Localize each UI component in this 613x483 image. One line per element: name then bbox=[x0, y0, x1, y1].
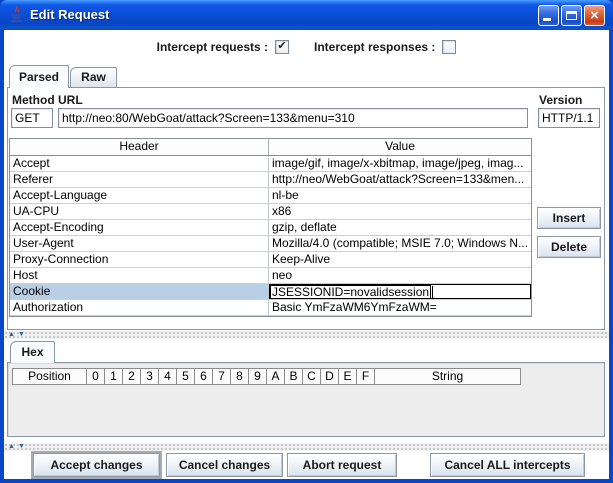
header-cell[interactable]: Proxy-Connection bbox=[10, 252, 269, 268]
value-cell[interactable]: Basic YmFzaWM6YmFzaWM= bbox=[269, 300, 531, 316]
table-row-host[interactable]: Host neo bbox=[10, 268, 531, 284]
split-collapse-down-icon[interactable]: ▼ bbox=[18, 443, 25, 451]
minimize-button[interactable] bbox=[538, 5, 559, 26]
hex-column[interactable]: 5 bbox=[176, 368, 195, 385]
table-row-accept[interactable]: Accept image/gif, image/x-xbitmap, image… bbox=[10, 156, 531, 172]
hex-column[interactable]: B bbox=[284, 368, 303, 385]
split-collapse-up-icon[interactable]: ▲ bbox=[8, 443, 15, 451]
header-cell[interactable]: UA-CPU bbox=[10, 204, 269, 220]
hex-column[interactable]: F bbox=[356, 368, 375, 385]
table-row-proxy-connection[interactable]: Proxy-Connection Keep-Alive bbox=[10, 252, 531, 268]
window-title: Edit Request bbox=[30, 0, 109, 30]
headers-table-header[interactable]: Header Value bbox=[10, 139, 531, 156]
insert-button[interactable]: Insert bbox=[537, 207, 601, 229]
header-column-label[interactable]: Header bbox=[10, 139, 269, 155]
table-row-ua-cpu[interactable]: UA-CPU x86 bbox=[10, 204, 531, 220]
url-label: URL bbox=[58, 93, 83, 107]
hex-column[interactable]: 8 bbox=[230, 368, 249, 385]
value-cell[interactable]: nl-be bbox=[269, 188, 531, 204]
hex-column[interactable]: 0 bbox=[86, 368, 105, 385]
hex-column-string[interactable]: String bbox=[374, 368, 521, 385]
hex-column[interactable]: E bbox=[338, 368, 357, 385]
tab-hex[interactable]: Hex bbox=[10, 341, 55, 363]
header-cell[interactable]: User-Agent bbox=[10, 236, 269, 252]
maximize-button[interactable] bbox=[561, 5, 582, 26]
version-label: Version bbox=[539, 93, 582, 107]
value-cell[interactable]: Keep-Alive bbox=[269, 252, 531, 268]
titlebar[interactable]: Edit Request × bbox=[0, 0, 613, 30]
hex-column[interactable]: D bbox=[320, 368, 339, 385]
value-cell[interactable]: gzip, deflate bbox=[269, 220, 531, 236]
intercept-requests-checkbox[interactable]: ✔ bbox=[275, 40, 289, 54]
header-cell[interactable]: Accept-Language bbox=[10, 188, 269, 204]
intercept-requests-label: Intercept requests : bbox=[157, 40, 268, 54]
value-cell[interactable]: image/gif, image/x-xbitmap, image/jpeg, … bbox=[269, 156, 531, 172]
close-icon: × bbox=[585, 6, 604, 25]
delete-button[interactable]: Delete bbox=[537, 236, 601, 258]
value-cell-editing[interactable]: JSESSIONID=novalidsession bbox=[269, 284, 531, 300]
tab-parsed[interactable]: Parsed bbox=[9, 65, 69, 88]
hex-column[interactable]: 6 bbox=[194, 368, 213, 385]
hex-column[interactable]: 9 bbox=[248, 368, 267, 385]
cancel-changes-button[interactable]: Cancel changes bbox=[166, 453, 283, 477]
split-divider-top[interactable]: ▲ ▼ bbox=[4, 331, 609, 339]
value-cell[interactable]: http://neo/WebGoat/attack?Screen=133&men… bbox=[269, 172, 531, 188]
cell-editor-text[interactable]: JSESSIONID=novalidsession bbox=[270, 285, 431, 299]
table-row-cookie[interactable]: Cookie JSESSIONID=novalidsession bbox=[10, 284, 531, 300]
maximize-icon bbox=[566, 11, 577, 20]
split-collapse-up-icon[interactable]: ▲ bbox=[8, 331, 15, 339]
hex-column-position[interactable]: Position bbox=[12, 368, 87, 385]
text-caret bbox=[432, 286, 433, 298]
split-collapse-down-icon[interactable]: ▼ bbox=[18, 331, 25, 339]
header-cell[interactable]: Accept bbox=[10, 156, 269, 172]
hex-table-header: Position 0 1 2 3 4 5 6 7 8 9 A B C D E F… bbox=[12, 368, 521, 385]
abort-request-button[interactable]: Abort request bbox=[287, 453, 397, 477]
table-row-accept-language[interactable]: Accept-Language nl-be bbox=[10, 188, 531, 204]
headers-table: Header Value Accept image/gif, image/x-x… bbox=[9, 138, 532, 317]
method-field[interactable] bbox=[11, 108, 53, 128]
intercept-responses-checkbox[interactable] bbox=[442, 40, 456, 54]
hex-column[interactable]: 2 bbox=[122, 368, 141, 385]
table-row-authorization[interactable]: Authorization Basic YmFzaWM6YmFzaWM= bbox=[10, 300, 531, 316]
hex-column[interactable]: 7 bbox=[212, 368, 231, 385]
hex-column[interactable]: A bbox=[266, 368, 285, 385]
close-button[interactable]: × bbox=[584, 5, 605, 26]
edit-request-window: Edit Request × Intercept requests : ✔ In… bbox=[0, 0, 613, 483]
header-cell[interactable]: Cookie bbox=[10, 284, 269, 300]
window-controls: × bbox=[538, 5, 605, 26]
intercept-responses-label: Intercept responses : bbox=[314, 40, 435, 54]
url-field[interactable] bbox=[58, 108, 528, 128]
tab-raw[interactable]: Raw bbox=[70, 67, 117, 87]
hex-column[interactable]: 3 bbox=[140, 368, 159, 385]
minimize-icon bbox=[543, 18, 551, 21]
java-icon bbox=[8, 6, 25, 24]
header-cell[interactable]: Authorization bbox=[10, 300, 269, 316]
method-label: Method bbox=[12, 93, 55, 107]
hex-column[interactable]: 4 bbox=[158, 368, 177, 385]
table-row-accept-encoding[interactable]: Accept-Encoding gzip, deflate bbox=[10, 220, 531, 236]
checkmark-icon: ✔ bbox=[277, 41, 286, 52]
split-divider-bottom[interactable]: ▲ ▼ bbox=[4, 443, 609, 451]
header-cell[interactable]: Host bbox=[10, 268, 269, 284]
hex-column[interactable]: 1 bbox=[104, 368, 123, 385]
table-row-user-agent[interactable]: User-Agent Mozilla/4.0 (compatible; MSIE… bbox=[10, 236, 531, 252]
cancel-all-intercepts-button[interactable]: Cancel ALL intercepts bbox=[430, 453, 585, 477]
accept-changes-button[interactable]: Accept changes bbox=[33, 453, 160, 477]
header-cell[interactable]: Referer bbox=[10, 172, 269, 188]
value-column-label[interactable]: Value bbox=[269, 139, 531, 155]
value-cell[interactable]: x86 bbox=[269, 204, 531, 220]
value-cell[interactable]: Mozilla/4.0 (compatible; MSIE 7.0; Windo… bbox=[269, 236, 531, 252]
table-row-referer[interactable]: Referer http://neo/WebGoat/attack?Screen… bbox=[10, 172, 531, 188]
intercept-bar: Intercept requests : ✔ Intercept respons… bbox=[0, 36, 613, 58]
hex-column[interactable]: C bbox=[302, 368, 321, 385]
version-field[interactable] bbox=[538, 108, 600, 128]
header-cell[interactable]: Accept-Encoding bbox=[10, 220, 269, 236]
value-cell[interactable]: neo bbox=[269, 268, 531, 284]
